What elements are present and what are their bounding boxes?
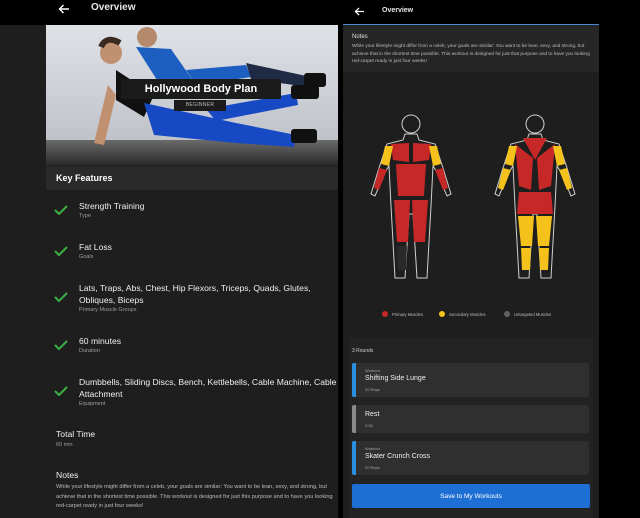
header-divider (343, 24, 599, 25)
card-name: Skater Crunch Cross (365, 453, 430, 460)
legend-label: Untargeted Muscles (514, 311, 552, 317)
notes-label: Notes (56, 470, 79, 480)
check-icon (54, 292, 68, 302)
feature-row: Fat Loss Goals (46, 241, 338, 271)
feature-subtitle: Equipment (79, 401, 106, 407)
left-top-bar (0, 0, 338, 25)
notes-text: While your lifestyle might differ from a… (56, 484, 333, 509)
check-icon (54, 386, 68, 396)
key-features-title: Key Features (56, 173, 113, 183)
arrow-left-icon (58, 4, 69, 14)
rounds-title: 3 Rounds (352, 348, 374, 354)
back-button[interactable] (55, 0, 73, 18)
card-type: Workout (365, 446, 380, 451)
legend-primary: Primary Muscles (382, 311, 423, 317)
front-muscle-map (370, 114, 452, 279)
feature-title: Lats, Traps, Abs, Chest, Hip Flexors, Tr… (79, 283, 311, 305)
check-icon (54, 340, 68, 350)
card-reps: 20 Reps (365, 387, 380, 392)
feature-subtitle: Type (79, 213, 91, 219)
feature-subtitle: Goals (79, 254, 94, 260)
notes-section: Notes While your lifestyle might differ … (343, 26, 599, 72)
secondary-dot (439, 311, 445, 317)
total-time-label: Total Time (56, 429, 96, 439)
feature-row: Lats, Traps, Abs, Chest, Hip Flexors, Tr… (46, 282, 338, 316)
check-icon (54, 205, 68, 215)
hero-title: Hollywood Body Plan (121, 79, 281, 99)
legend-untargeted: Untargeted Muscles (504, 311, 551, 317)
left-screen: Overview Hollywood Body Plan BEGINNER Ke… (0, 0, 338, 518)
card-reps: 20 Reps (365, 465, 380, 470)
page-title-right: Overview (382, 7, 414, 14)
exercise-card[interactable]: Workout Skater Crunch Cross 20 Reps (352, 441, 589, 475)
save-to-my-workouts-button[interactable]: Save to My Workouts (352, 484, 590, 508)
exercise-card[interactable]: Workout Shifting Side Lunge 20 Reps (352, 363, 589, 397)
card-name: Rest (365, 411, 380, 418)
untargeted-dot (504, 311, 510, 317)
legend-secondary: Secondary Muscles (439, 311, 486, 317)
level-badge: BEGINNER (174, 100, 226, 111)
feature-row: 60 minutes Duration (46, 335, 338, 365)
feature-row: Dumbbells, Sliding Discs, Bench, Kettleb… (46, 376, 338, 410)
notes-label: Notes (352, 34, 368, 40)
feature-title: Strength Training (79, 201, 145, 211)
primary-dot (382, 311, 388, 317)
right-screen: Overview Notes While your lifestyle migh… (343, 0, 599, 518)
card-name: Shifting Side Lunge (365, 375, 426, 382)
feature-row: Strength Training Type (46, 200, 338, 230)
card-accent-bar (352, 363, 356, 397)
legend-label: Secondary Muscles (449, 311, 486, 317)
rest-card[interactable]: Rest 0:30 (352, 405, 589, 433)
feature-subtitle: Primary Muscle Groups (79, 307, 137, 313)
card-accent-bar (352, 405, 356, 433)
card-accent-bar (352, 441, 356, 475)
feature-title: Fat Loss (79, 242, 112, 252)
arrow-left-icon (354, 6, 364, 16)
notes-text: While your lifestyle might differ from a… (352, 44, 590, 65)
page-title: Overview (91, 2, 136, 13)
back-muscle-map (494, 114, 576, 279)
feature-title: 60 minutes (79, 336, 122, 346)
total-time-value: 60 min (56, 442, 73, 448)
key-features-header: Key Features (46, 166, 338, 190)
feature-subtitle: Duration (79, 348, 100, 354)
card-type: Workout (365, 368, 380, 373)
legend-label: Primary Muscles (392, 311, 423, 317)
back-button-right[interactable] (350, 2, 368, 20)
feature-title: Dumbbells, Sliding Discs, Bench, Kettleb… (79, 377, 337, 399)
check-icon (54, 246, 68, 256)
card-reps: 0:30 (365, 423, 373, 428)
